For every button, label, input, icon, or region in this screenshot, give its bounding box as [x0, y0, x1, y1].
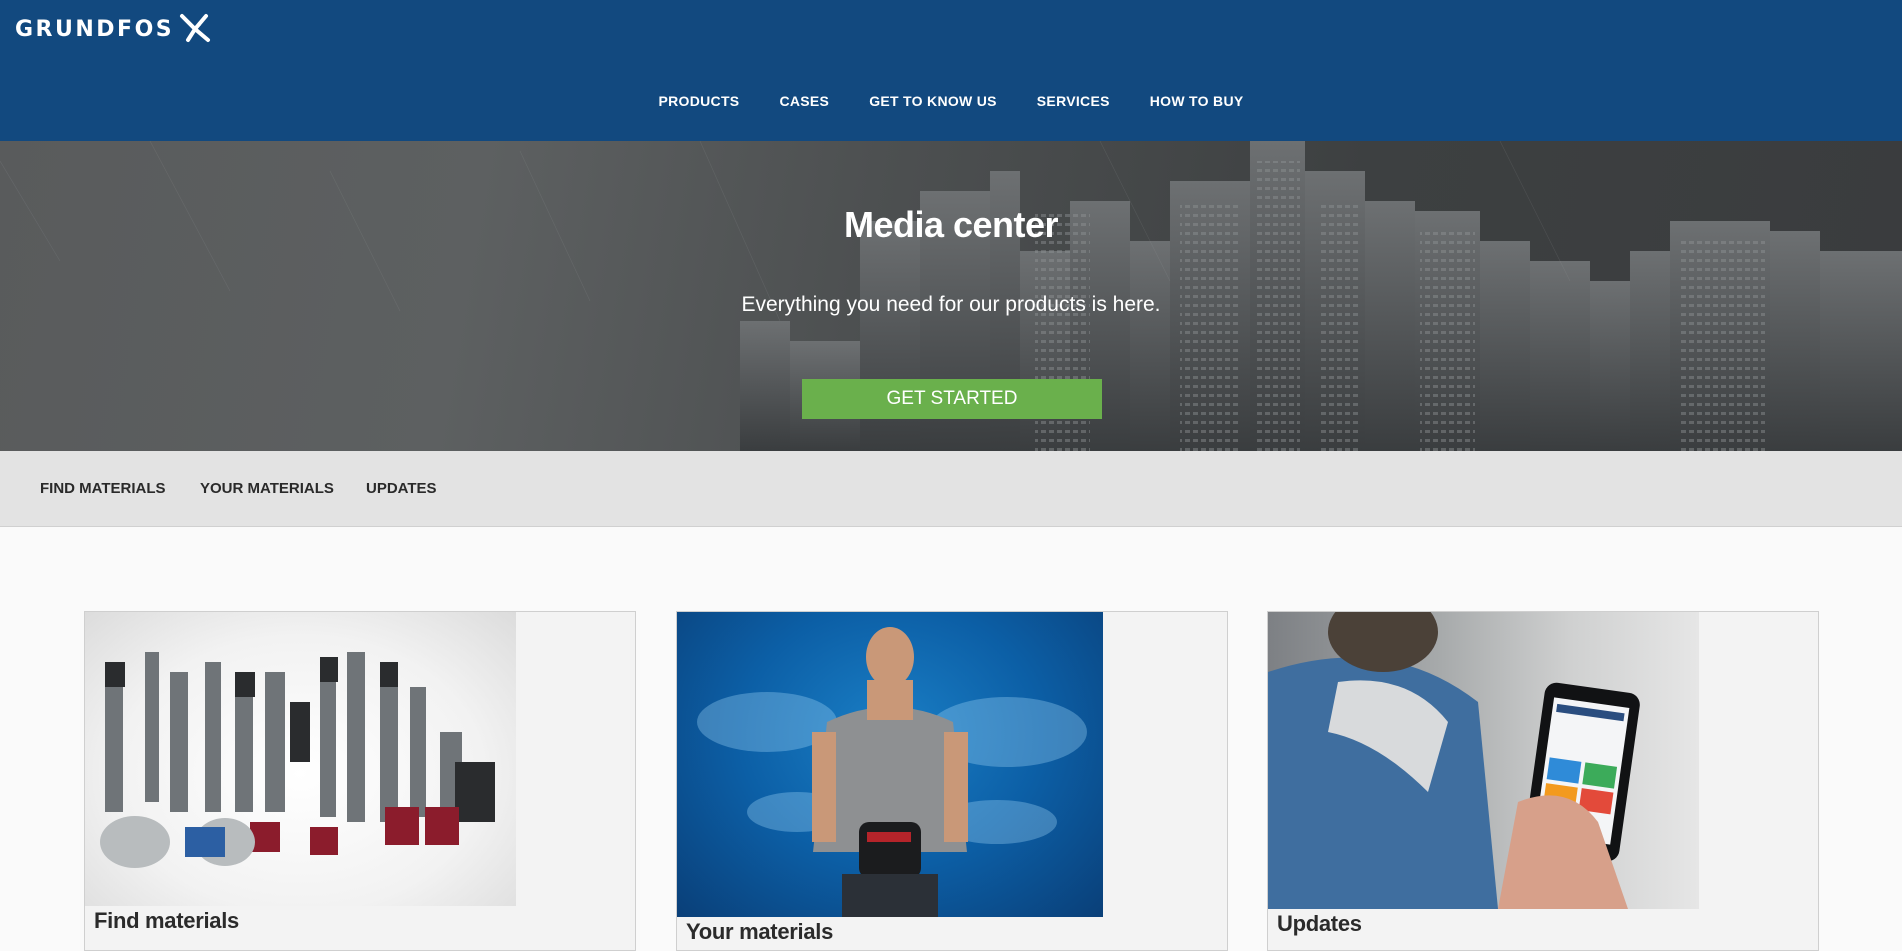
card-updates[interactable]: Updates [1267, 611, 1819, 951]
card-title-find-materials: Find materials [94, 908, 239, 933]
nav-how-to-buy[interactable]: HOW TO BUY [1150, 93, 1244, 109]
media-center-subnav: FIND MATERIALS YOUR MATERIALS UPDATES [0, 451, 1902, 527]
logo-text: GRUNDFOS [15, 16, 175, 42]
logo-mark-icon [180, 14, 211, 42]
nav-get-to-know-us[interactable]: GET TO KNOW US [869, 93, 997, 109]
subnav-updates[interactable]: UPDATES [366, 480, 437, 497]
card-your-materials[interactable]: Your materials [676, 611, 1228, 951]
pumps-product-image [85, 612, 516, 906]
card-find-materials[interactable]: Find materials [84, 611, 636, 951]
card-title-your-materials: Your materials [686, 919, 834, 944]
site-header: GRUNDFOS PRODUCTS CASES GET TO KNOW US S… [0, 0, 1902, 141]
subnav-your-materials[interactable]: YOUR MATERIALS [200, 480, 334, 497]
card-title-updates: Updates [1277, 911, 1362, 936]
man-with-pump-image [677, 612, 1103, 917]
nav-services[interactable]: SERVICES [1037, 93, 1110, 109]
get-started-button[interactable]: GET STARTED [802, 379, 1102, 419]
hero-title: Media center [843, 204, 1059, 245]
hero-banner: Media center Everything you need for our… [0, 141, 1902, 451]
grundfos-logo[interactable]: GRUNDFOS [15, 13, 212, 45]
nav-products[interactable]: PRODUCTS [658, 93, 739, 109]
main-nav: PRODUCTS CASES GET TO KNOW US SERVICES H… [0, 93, 1902, 109]
hero-subtitle: Everything you need for our products is … [741, 293, 1161, 316]
subnav-find-materials[interactable]: FIND MATERIALS [40, 480, 166, 497]
smartphone-in-hand-image [1268, 612, 1699, 909]
nav-cases[interactable]: CASES [779, 93, 829, 109]
